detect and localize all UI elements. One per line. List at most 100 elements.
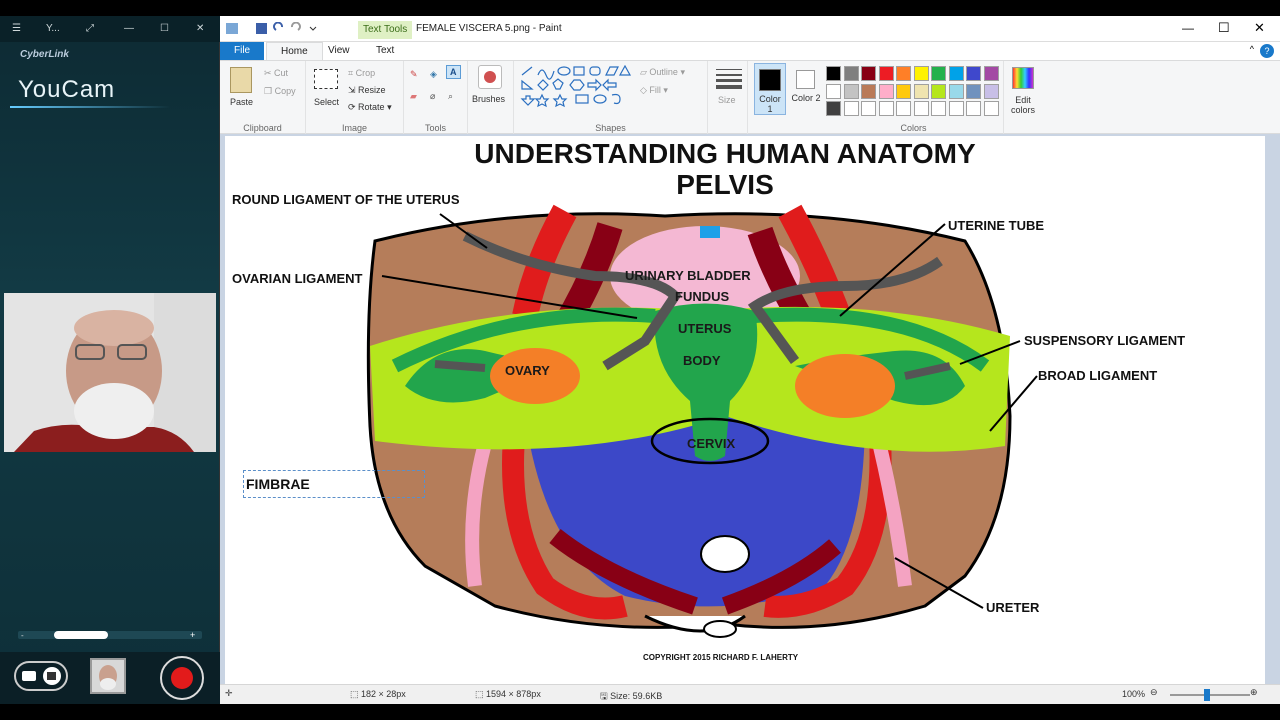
label-fundus: FUNDUS bbox=[675, 289, 730, 304]
label-bladder: URINARY BLADDER bbox=[625, 268, 751, 283]
label-fimbrae-text[interactable]: FIMBRAE bbox=[246, 476, 310, 492]
zoom-slider[interactable]: - + bbox=[18, 630, 202, 640]
canvas-size: ⬚ 1594 × 878px bbox=[475, 689, 541, 699]
color-swatch[interactable] bbox=[878, 101, 894, 116]
color-swatch[interactable] bbox=[861, 83, 876, 99]
zoom-slider-track[interactable] bbox=[1170, 689, 1250, 701]
color-swatch[interactable] bbox=[931, 66, 946, 81]
record-button[interactable] bbox=[160, 656, 204, 700]
close-button[interactable]: ✕ bbox=[1254, 20, 1265, 36]
clipboard-group: Paste ✂ Cut ❐ Copy Clipboard bbox=[220, 61, 306, 135]
color-swatch[interactable] bbox=[878, 66, 894, 81]
color-swatch[interactable] bbox=[843, 83, 859, 99]
text-tool-icon[interactable]: A bbox=[446, 65, 461, 79]
color2-swatch bbox=[796, 70, 815, 89]
color-swatch[interactable] bbox=[966, 83, 981, 99]
pencil-icon[interactable]: ✎ bbox=[410, 69, 418, 80]
select-button[interactable]: Select bbox=[314, 97, 339, 107]
color-swatch[interactable] bbox=[948, 66, 964, 81]
collapse-ribbon-icon[interactable]: ^ bbox=[1250, 44, 1254, 54]
edit-colors-button[interactable]: Edit colors bbox=[1006, 95, 1040, 115]
brand-glow bbox=[10, 106, 170, 108]
color-swatch[interactable] bbox=[966, 66, 981, 81]
cut-button[interactable]: ✂ Cut bbox=[264, 68, 288, 79]
label-round-ligament: ROUND LIGAMENT OF THE UTERUS bbox=[232, 192, 460, 207]
tab-view[interactable]: View bbox=[314, 42, 364, 60]
zoom-slider-thumb[interactable] bbox=[1204, 689, 1210, 701]
color-swatch[interactable] bbox=[896, 66, 911, 81]
color-swatch[interactable] bbox=[983, 83, 999, 99]
rotate-icon: ⟳ bbox=[348, 102, 359, 112]
titlebar: Text Tools FEMALE VISCERA 5.png - Paint … bbox=[220, 16, 1280, 42]
help-icon[interactable]: ? bbox=[1260, 44, 1274, 58]
minimize-icon[interactable]: — bbox=[124, 23, 134, 34]
crop-button[interactable]: ⌗ Crop bbox=[348, 68, 375, 79]
brushes-icon[interactable] bbox=[478, 65, 502, 89]
magnifier-icon[interactable]: ⌕ bbox=[448, 91, 453, 102]
color-swatch[interactable] bbox=[826, 83, 841, 99]
fill-icon[interactable]: ◈ bbox=[430, 69, 437, 80]
color-swatch[interactable] bbox=[826, 101, 841, 116]
color-swatch[interactable] bbox=[896, 83, 911, 99]
eraser-icon[interactable]: ▰ bbox=[410, 91, 417, 102]
camera-video-toggle[interactable] bbox=[14, 661, 68, 691]
shapes-gallery[interactable] bbox=[520, 65, 632, 113]
resize-button[interactable]: ⇲ Resize bbox=[348, 85, 386, 96]
color-swatch[interactable] bbox=[913, 101, 929, 116]
zoom-in-icon[interactable]: ⊕ bbox=[1250, 687, 1258, 698]
minimize-button[interactable]: — bbox=[1182, 21, 1194, 35]
paste-button[interactable]: Paste bbox=[230, 97, 253, 107]
thumbnail[interactable] bbox=[90, 658, 126, 694]
color-picker-icon[interactable]: ⌀ bbox=[430, 91, 435, 102]
redo-icon bbox=[291, 22, 301, 31]
tab-text[interactable]: Text bbox=[362, 42, 408, 60]
close-icon[interactable]: ✕ bbox=[196, 23, 204, 34]
label-suspensory-ligament: SUSPENSORY LIGAMENT bbox=[1024, 333, 1186, 348]
expand-icon[interactable]: ⤢ bbox=[86, 23, 94, 34]
window-title: FEMALE VISCERA 5.png - Paint bbox=[416, 23, 562, 34]
color-swatch[interactable] bbox=[826, 66, 841, 81]
fill-bucket-icon: ◇ bbox=[640, 85, 650, 95]
fill-dropdown[interactable]: ◇ Fill ▾ bbox=[640, 85, 668, 96]
paste-icon[interactable] bbox=[230, 67, 252, 93]
color-swatch[interactable] bbox=[896, 101, 911, 116]
select-icon[interactable] bbox=[314, 69, 338, 89]
tools-label: Tools bbox=[424, 123, 446, 133]
color1-button[interactable]: Color 1 bbox=[754, 63, 786, 115]
brushes-button[interactable]: Brushes bbox=[472, 94, 505, 104]
edit-colors-icon[interactable] bbox=[1012, 67, 1034, 89]
color2-button[interactable]: Color 2 bbox=[790, 63, 822, 115]
pelvis-drawing bbox=[366, 204, 1038, 638]
webcam-preview bbox=[4, 293, 216, 452]
outline-dropdown[interactable]: ▱ Outline ▾ bbox=[640, 67, 685, 78]
color1-label: Color 1 bbox=[759, 94, 781, 114]
size-icon[interactable] bbox=[716, 67, 742, 89]
paint-window: Text Tools FEMALE VISCERA 5.png - Paint … bbox=[220, 16, 1280, 704]
color-swatch[interactable] bbox=[931, 101, 946, 116]
color-swatch[interactable] bbox=[983, 66, 999, 81]
color-swatch[interactable] bbox=[966, 101, 981, 116]
color-swatch[interactable] bbox=[843, 101, 859, 116]
tab-file[interactable]: File bbox=[220, 42, 264, 60]
maximize-icon[interactable]: ☐ bbox=[160, 23, 169, 34]
size-button[interactable]: Size bbox=[718, 95, 736, 105]
color-swatch[interactable] bbox=[983, 101, 999, 116]
color-swatch[interactable] bbox=[913, 83, 929, 99]
drawing-canvas[interactable]: UNDERSTANDING HUMAN ANATOMY PELVIS ROUND… bbox=[225, 136, 1265, 684]
color-swatch[interactable] bbox=[843, 66, 859, 81]
maximize-button[interactable]: ☐ bbox=[1218, 20, 1230, 36]
copy-button[interactable]: ❐ Copy bbox=[264, 86, 296, 97]
menu-icon[interactable]: ☰ bbox=[12, 23, 21, 34]
color-swatch[interactable] bbox=[861, 101, 876, 116]
color-swatch[interactable] bbox=[948, 101, 964, 116]
color-swatch[interactable] bbox=[913, 66, 929, 81]
color-swatch[interactable] bbox=[948, 83, 964, 99]
color-swatch[interactable] bbox=[931, 83, 946, 99]
youcam-tab[interactable]: Y... bbox=[46, 23, 60, 34]
zoom-out-icon[interactable]: ⊖ bbox=[1150, 687, 1158, 698]
color-swatch[interactable] bbox=[861, 66, 876, 81]
color-swatch[interactable] bbox=[878, 83, 894, 99]
title-line1: UNDERSTANDING HUMAN ANATOMY bbox=[474, 138, 976, 169]
size-group: Size bbox=[708, 61, 748, 135]
rotate-button[interactable]: ⟳ Rotate ▾ bbox=[348, 102, 392, 113]
